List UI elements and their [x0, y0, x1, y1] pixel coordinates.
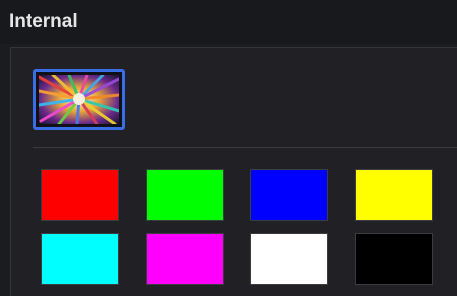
- color-swatch-green[interactable]: [146, 169, 224, 221]
- color-swatch-magenta[interactable]: [146, 233, 224, 285]
- color-swatch-yellow[interactable]: [355, 169, 433, 221]
- panel-header: Internal: [0, 0, 457, 44]
- color-burst-image-icon: [39, 75, 119, 124]
- panel-title: Internal: [9, 11, 78, 32]
- color-swatch-black[interactable]: [355, 233, 433, 285]
- color-swatch-red[interactable]: [41, 169, 119, 221]
- section-divider: [33, 147, 457, 148]
- color-swatch-white[interactable]: [250, 233, 328, 285]
- color-swatch-blue[interactable]: [250, 169, 328, 221]
- internal-panel: Internal: [0, 0, 457, 296]
- color-swatch-cyan[interactable]: [41, 233, 119, 285]
- media-thumbnail[interactable]: [33, 69, 125, 130]
